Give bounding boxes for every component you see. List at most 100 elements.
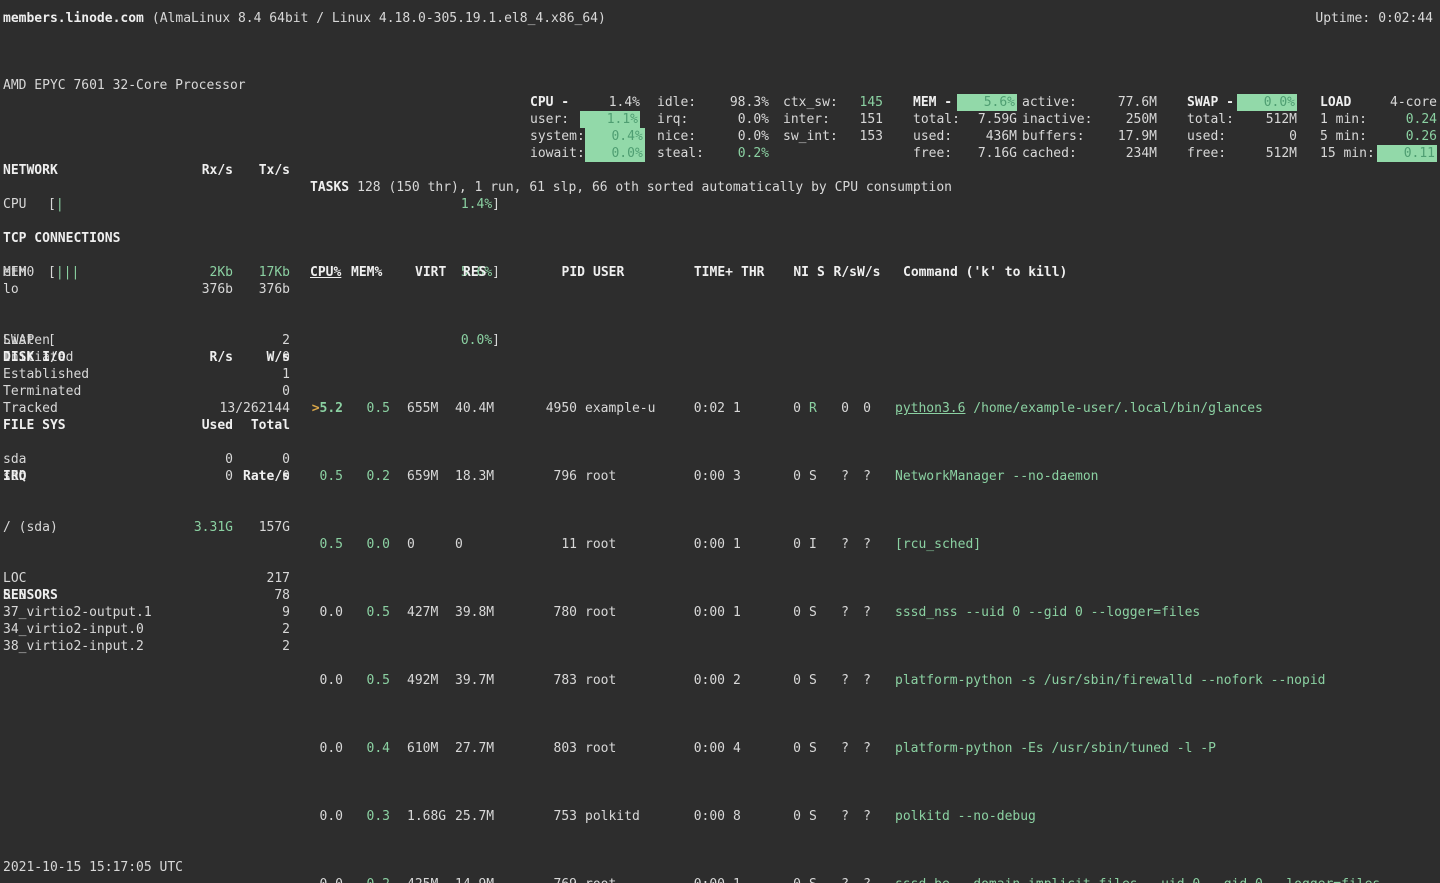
col-header-virt[interactable]: VIRT xyxy=(415,264,463,281)
nice-cell: 0 xyxy=(761,536,801,553)
terminal-screen[interactable]: members.linode.com (AlmaLinux 8.4 64bit … xyxy=(0,0,1440,883)
pid-cell: 780 xyxy=(511,604,577,621)
stat-value: 512M xyxy=(1266,111,1297,128)
stat-row: total:7.59G xyxy=(913,111,1017,128)
command-args: platform-python -s /usr/sbin/firewalld -… xyxy=(895,673,1325,688)
col-header-ni: NI xyxy=(769,264,809,281)
command-name: python3.6 xyxy=(895,401,965,416)
command-cell: sssd_nss --uid 0 --gid 0 --logger=files xyxy=(895,604,1440,621)
pid-cell: 803 xyxy=(511,740,577,757)
command-args: NetworkManager --no-daemon xyxy=(895,469,1099,484)
stat-label: SWAP - xyxy=(1187,94,1234,111)
col-header-time[interactable]: TIME+ xyxy=(673,264,733,281)
stat-value: 145 xyxy=(860,94,883,111)
read-rate-cell: ? xyxy=(825,536,849,553)
stat-value: 151 xyxy=(860,111,883,128)
read-rate-cell: 0 xyxy=(825,400,849,417)
irq-rate-header: Rate/s xyxy=(243,468,290,485)
process-row: 0.0 0.5 427M 39.8M 780 root 0:00 1 0 S ?… xyxy=(310,604,1440,621)
col-header-pid[interactable]: PID xyxy=(519,264,585,281)
fs-total-header: Total xyxy=(233,417,290,434)
state-cell: R xyxy=(809,400,825,417)
virt-cell: 425M xyxy=(407,876,455,883)
stat-row: CPU -1.4% xyxy=(530,94,640,111)
nice-cell: 0 xyxy=(761,468,801,485)
read-rate-cell: ? xyxy=(825,604,849,621)
tasks-text: 128 (150 thr), 1 run, 61 slp, 66 oth sor… xyxy=(357,179,952,196)
command-cell: sssd_be --domain implicit_files --uid 0 … xyxy=(895,876,1440,883)
stat-value: 98.3% xyxy=(730,94,769,111)
stat-label: inactive: xyxy=(1022,111,1092,128)
command-args: sssd_be --domain implicit_files --uid 0 … xyxy=(895,877,1380,883)
user-cell: root xyxy=(585,876,665,883)
pid-cell: 769 xyxy=(511,876,577,883)
uptime-label: Uptime: xyxy=(1315,10,1370,27)
mem-cell: 0.2 xyxy=(343,876,390,883)
state-cell: I xyxy=(809,536,825,553)
tasks-title: TASKS xyxy=(310,179,349,196)
cpu-cell: 0.0 xyxy=(310,672,343,689)
mem-cell: 0.0 xyxy=(343,536,390,553)
tasks-summary: TASKS 128 (150 thr), 1 run, 61 slp, 66 o… xyxy=(310,179,1440,196)
stat-row: LOAD4-core xyxy=(1320,94,1437,111)
time-cell: 0:00 xyxy=(665,604,725,621)
write-rate-cell: ? xyxy=(849,468,871,485)
command-args: platform-python -Es /usr/sbin/tuned -l -… xyxy=(895,741,1216,756)
read-rate-cell: ? xyxy=(825,672,849,689)
stat-label: irq: xyxy=(657,111,688,128)
command-args: sssd_nss --uid 0 --gid 0 --logger=files xyxy=(895,605,1200,620)
user-cell: example-u xyxy=(585,400,665,417)
nice-cell: 0 xyxy=(761,604,801,621)
res-cell: 18.3M xyxy=(455,468,511,485)
thr-cell: 4 xyxy=(733,740,761,757)
thr-cell: 1 xyxy=(733,400,761,417)
disk-read-header: R/s xyxy=(165,349,233,366)
thr-cell: 8 xyxy=(733,808,761,825)
col-header-state: S xyxy=(817,264,833,281)
process-rows: >5.2 0.5 655M 40.4M 4950 example-u 0:02 … xyxy=(310,332,1440,883)
virt-cell: 492M xyxy=(407,672,455,689)
stat-value: 77.6M xyxy=(1118,94,1157,111)
user-cell: root xyxy=(585,468,665,485)
process-row: 0.0 0.3 1.68G 25.7M 753 polkitd 0:00 8 0… xyxy=(310,808,1440,825)
disk-write-header: W/s xyxy=(233,349,290,366)
mem-cell: 0.5 xyxy=(343,400,390,417)
pid-cell: 783 xyxy=(511,672,577,689)
stat-label: CPU - xyxy=(530,94,569,111)
stat-row: total: 512M xyxy=(1187,111,1297,128)
fs-title: FILE SYS xyxy=(3,417,165,434)
stat-label: total: xyxy=(1187,111,1234,128)
user-cell: root xyxy=(585,740,665,757)
cpu-cell: 0.0 xyxy=(310,740,343,757)
virt-cell: 610M xyxy=(407,740,455,757)
time-cell: 0:00 xyxy=(665,672,725,689)
pid-cell: 796 xyxy=(511,468,577,485)
sensors-title: SENSORS xyxy=(3,587,290,604)
col-header-mem[interactable]: MEM% xyxy=(343,264,398,281)
command-args: [rcu_sched] xyxy=(895,537,981,552)
res-cell: 40.4M xyxy=(455,400,511,417)
stat-label: user: xyxy=(530,111,569,128)
fs-used-header: Used xyxy=(165,417,233,434)
state-cell: S xyxy=(809,604,825,621)
mem-cell: 0.4 xyxy=(343,740,390,757)
tcp-title: TCP CONNECTIONS xyxy=(3,230,290,247)
cpu-cell: >5.2 xyxy=(310,400,343,417)
clock-timestamp: 2021-10-15 15:17:05 UTC xyxy=(3,859,183,876)
user-cell: polkitd xyxy=(585,808,665,825)
disk-title: DISK I/O xyxy=(3,349,165,366)
col-header-res[interactable]: RES xyxy=(463,264,519,281)
irq-rate-value: 2 xyxy=(282,638,290,655)
cpu-cell: 0.5 xyxy=(310,468,343,485)
col-header-cpu[interactable]: CPU% xyxy=(310,264,343,281)
stat-row: ctx_sw:145 xyxy=(783,94,883,111)
sidebar: NETWORK Rx/s Tx/s eth02Kb17Kblo376b376b … xyxy=(3,0,290,255)
command-cell: NetworkManager --no-daemon xyxy=(895,468,1440,485)
stat-row: 1 min:0.24 xyxy=(1320,111,1437,128)
col-header-command: Command ('k' to kill) xyxy=(903,264,1440,281)
col-header-user[interactable]: USER xyxy=(593,264,673,281)
irq-title: IRQ xyxy=(3,468,243,485)
network-rx-header: Rx/s xyxy=(165,162,233,179)
command-cell: platform-python -Es /usr/sbin/tuned -l -… xyxy=(895,740,1440,757)
pid-cell: 753 xyxy=(511,808,577,825)
